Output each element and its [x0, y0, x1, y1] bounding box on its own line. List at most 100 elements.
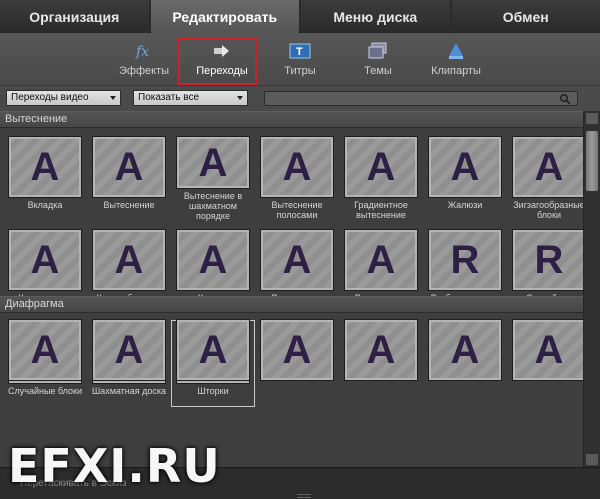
thumbnail-letter: A: [282, 145, 312, 189]
search-icon[interactable]: [559, 92, 571, 105]
svg-text:T: T: [296, 46, 303, 58]
tab-edit[interactable]: Редактировать: [150, 0, 299, 33]
subtab-themes[interactable]: Темы: [339, 33, 417, 85]
fx-icon: fx: [134, 42, 154, 60]
svg-text:fx: fx: [135, 44, 149, 60]
show-filter-select[interactable]: Показать все: [133, 90, 248, 106]
show-filter-value: Показать все: [138, 92, 200, 103]
thumbnail-letter: A: [114, 238, 144, 282]
transition-label: Градиентное вытеснение: [354, 200, 408, 220]
iris-grid: AAAAAAA: [0, 313, 586, 404]
subtab-transitions[interactable]: Переходы: [183, 33, 261, 85]
transition-thumbnail: A: [260, 136, 334, 198]
transition-label: Жалюзи: [447, 200, 483, 210]
transition-label: Вкладка: [27, 200, 63, 210]
transition-thumbnail: A: [260, 229, 334, 291]
transition-type-select[interactable]: Переходы видео: [6, 90, 121, 106]
tab-organize[interactable]: Организация: [0, 0, 149, 33]
clipart-icon: [446, 42, 466, 60]
transition-label: Вытеснение полосами: [271, 200, 323, 220]
transition-thumbnail: R: [428, 229, 502, 291]
transition-thumbnail: A: [176, 229, 250, 291]
transition-item[interactable]: A Градиентное вытеснение: [339, 134, 423, 221]
transition-arrow-icon: [212, 42, 232, 60]
section-header-iris: Диафрагма: [0, 296, 583, 313]
transition-thumbnail: A: [176, 136, 250, 189]
transition-type-value: Переходы видео: [11, 92, 89, 103]
subtab-titles-label: Титры: [284, 65, 316, 77]
transition-thumbnail: A: [92, 229, 166, 291]
transition-thumbnail: A: [344, 229, 418, 291]
transition-thumbnail: A: [8, 229, 82, 291]
transition-item[interactable]: A Вытеснение в шахматном порядке: [171, 134, 255, 221]
thumbnail-letter: R: [534, 238, 564, 282]
vertical-scrollbar[interactable]: [583, 111, 600, 467]
subtab-effects[interactable]: fx Эффекты: [105, 33, 183, 85]
transition-item[interactable]: A Жалюзи: [423, 134, 507, 221]
thumbnail-letter: A: [30, 145, 60, 189]
scroll-thumb[interactable]: [586, 131, 598, 191]
section-iris: Диафрагма A A A A A A A: [0, 296, 586, 404]
edit-subtoolbar: fx Эффекты Переходы T Титры Темы Клипарт…: [0, 33, 600, 85]
title-icon: T: [289, 42, 311, 60]
transition-thumbnail: A: [344, 319, 418, 381]
transition-thumbnail: A: [8, 319, 82, 381]
transition-item[interactable]: A: [87, 317, 171, 404]
transition-thumbnail: A: [92, 136, 166, 198]
transition-label: Вытеснение в шахматном порядке: [183, 191, 243, 221]
section-header-wipe: Вытеснение: [0, 111, 583, 128]
themes-icon: [367, 42, 389, 60]
subtab-transitions-label: Переходы: [196, 65, 248, 77]
transition-thumbnail: A: [428, 319, 502, 381]
subtab-themes-label: Темы: [364, 65, 392, 77]
resize-grip-icon[interactable]: [297, 494, 311, 498]
transition-label: Зигзагообразные блоки: [513, 200, 583, 220]
subtab-clipart[interactable]: Клипарты: [417, 33, 495, 85]
subtab-effects-label: Эффекты: [118, 65, 169, 77]
thumbnail-letter: A: [30, 328, 60, 372]
subtab-titles[interactable]: T Титры: [261, 33, 339, 85]
transition-thumbnail: R: [512, 229, 583, 291]
thumbnail-letter: A: [282, 238, 312, 282]
transition-item[interactable]: A Вкладка: [3, 134, 87, 221]
transition-item[interactable]: A Вытеснение полосами: [255, 134, 339, 221]
transition-item[interactable]: A: [255, 317, 339, 404]
thumbnail-letter: A: [366, 328, 396, 372]
transition-thumbnail: A: [428, 136, 502, 198]
transition-item[interactable]: A Вытеснение: [87, 134, 171, 221]
thumbnail-letter: A: [198, 140, 228, 185]
thumbnail-letter: A: [366, 145, 396, 189]
search-input[interactable]: [264, 91, 578, 106]
watermark: EFXI.RU: [8, 439, 221, 493]
thumbnail-letter: A: [114, 145, 144, 189]
scroll-up-button[interactable]: [586, 113, 598, 124]
transition-item[interactable]: A: [339, 317, 423, 404]
thumbnail-letter: A: [366, 238, 396, 282]
thumbnail-letter: A: [30, 238, 60, 282]
transition-thumbnail: A: [260, 319, 334, 381]
transition-item[interactable]: A: [171, 317, 255, 404]
tab-share[interactable]: Обмен: [451, 0, 600, 33]
top-tab-bar: Организация Редактировать Меню диска Обм…: [0, 0, 600, 33]
thumbnail-letter: A: [450, 145, 480, 189]
transition-item[interactable]: A: [423, 317, 507, 404]
thumbnail-letter: A: [282, 328, 312, 372]
thumbnail-letter: A: [198, 238, 228, 282]
transition-label: Вытеснение: [103, 200, 155, 210]
transition-thumbnail: A: [512, 319, 586, 381]
transition-item[interactable]: A: [3, 317, 87, 404]
transition-thumbnail: A: [512, 136, 583, 198]
chevron-down-icon: [110, 96, 116, 100]
tab-disc-menu[interactable]: Меню диска: [301, 0, 450, 33]
scroll-down-button[interactable]: [586, 454, 598, 465]
thumbnail-letter: A: [534, 328, 564, 372]
thumbnail-letter: A: [450, 328, 480, 372]
thumbnail-letter: A: [198, 328, 228, 372]
transition-thumbnail: A: [344, 136, 418, 198]
transition-item[interactable]: A: [507, 317, 591, 404]
chevron-down-icon: [237, 96, 243, 100]
transition-item[interactable]: A Зигзагообразные блоки: [507, 134, 583, 221]
thumbnail-letter: A: [534, 145, 564, 189]
subtab-clipart-label: Клипарты: [431, 65, 481, 77]
transition-thumbnail: A: [8, 136, 82, 198]
